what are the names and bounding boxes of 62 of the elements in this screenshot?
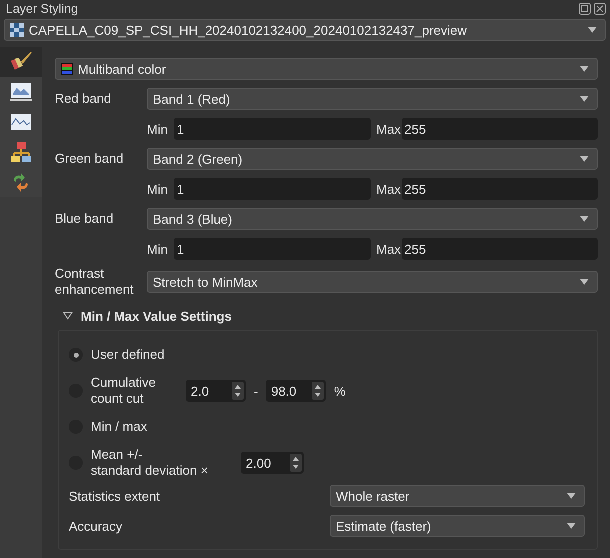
dropdown-caret-icon bbox=[567, 523, 576, 529]
max-label: Max bbox=[376, 182, 402, 196]
panel-title: Layer Styling bbox=[6, 2, 78, 16]
dropdown-caret-icon bbox=[567, 493, 576, 499]
max-input[interactable]: 255 bbox=[402, 118, 598, 140]
spin-arrows-icon[interactable] bbox=[290, 454, 302, 472]
side-tab[interactable] bbox=[0, 167, 42, 197]
setting-dropdown[interactable]: Whole raster bbox=[330, 485, 585, 507]
band-dropdown[interactable]: Band 1 (Red) bbox=[147, 88, 598, 110]
band-dropdown[interactable]: Band 2 (Green) bbox=[147, 148, 598, 170]
min-input[interactable]: 1 bbox=[174, 178, 370, 200]
min-label: Min bbox=[147, 122, 169, 136]
spin-box[interactable]: 98.0 bbox=[266, 380, 326, 402]
max-label: Max bbox=[376, 122, 402, 136]
band-label: Red band bbox=[55, 91, 112, 107]
spin-box[interactable]: 2.0 bbox=[186, 380, 246, 402]
side-tab[interactable] bbox=[0, 77, 42, 107]
contrast-dropdown[interactable]: Stretch to MinMax bbox=[147, 271, 598, 293]
max-input[interactable]: 255 bbox=[402, 238, 598, 260]
group-title: Min / Max Value Settings bbox=[81, 308, 232, 324]
dropdown-caret-icon bbox=[580, 216, 589, 222]
renderer-dropdown[interactable]: Multiband color bbox=[55, 58, 598, 80]
option-label: Cumulative count cut bbox=[91, 375, 158, 407]
range-separator: - bbox=[254, 384, 258, 398]
band-dropdown[interactable]: Band 3 (Blue) bbox=[147, 208, 598, 230]
collapse-triangle-icon[interactable] bbox=[63, 312, 73, 320]
dropdown-caret-icon bbox=[588, 27, 597, 33]
spin-arrows-icon[interactable] bbox=[232, 382, 244, 400]
option-label: User defined bbox=[91, 347, 165, 363]
raster-layer-icon bbox=[10, 23, 24, 37]
rgb-icon bbox=[61, 63, 73, 75]
layer-dropdown[interactable]: CAPELLA_C09_SP_CSI_HH_20240102132400_20240102132437_preview bbox=[4, 19, 606, 41]
side-tab[interactable] bbox=[0, 47, 42, 77]
dropdown-caret-icon bbox=[580, 96, 589, 102]
band-label: Blue band bbox=[55, 211, 115, 227]
option-label: Mean +/- standard deviation × bbox=[91, 447, 210, 479]
hierarchy-icon bbox=[10, 141, 32, 163]
option-label: Min / max bbox=[91, 419, 148, 435]
min-label: Min bbox=[147, 182, 169, 196]
contrast-label: Contrast enhancement bbox=[55, 266, 135, 298]
line-chart-icon bbox=[10, 113, 32, 131]
min-input[interactable]: 1 bbox=[174, 238, 370, 260]
dropdown-caret-icon bbox=[580, 279, 589, 285]
setting-dropdown[interactable]: Estimate (faster) bbox=[330, 515, 585, 537]
unit-label: % bbox=[334, 384, 346, 398]
dropdown-caret-icon bbox=[580, 66, 589, 72]
dropdown-caret-icon bbox=[580, 156, 589, 162]
max-label: Max bbox=[376, 242, 402, 256]
min-input[interactable]: 1 bbox=[174, 118, 370, 140]
undo-redo-icon bbox=[11, 172, 31, 192]
setting-label: Accuracy bbox=[69, 518, 124, 534]
min-label: Min bbox=[147, 242, 169, 256]
close-icon[interactable] bbox=[594, 2, 606, 14]
band-label: Green band bbox=[55, 151, 125, 167]
image-icon bbox=[10, 82, 32, 102]
paintbrush-icon bbox=[9, 51, 33, 73]
spin-arrows-icon[interactable] bbox=[312, 382, 324, 400]
radio-button[interactable] bbox=[69, 348, 83, 362]
setting-label: Statistics extent bbox=[69, 488, 162, 504]
max-input[interactable]: 255 bbox=[402, 178, 598, 200]
spin-box[interactable]: 2.00 bbox=[241, 452, 304, 474]
float-panel-icon[interactable] bbox=[579, 2, 591, 14]
